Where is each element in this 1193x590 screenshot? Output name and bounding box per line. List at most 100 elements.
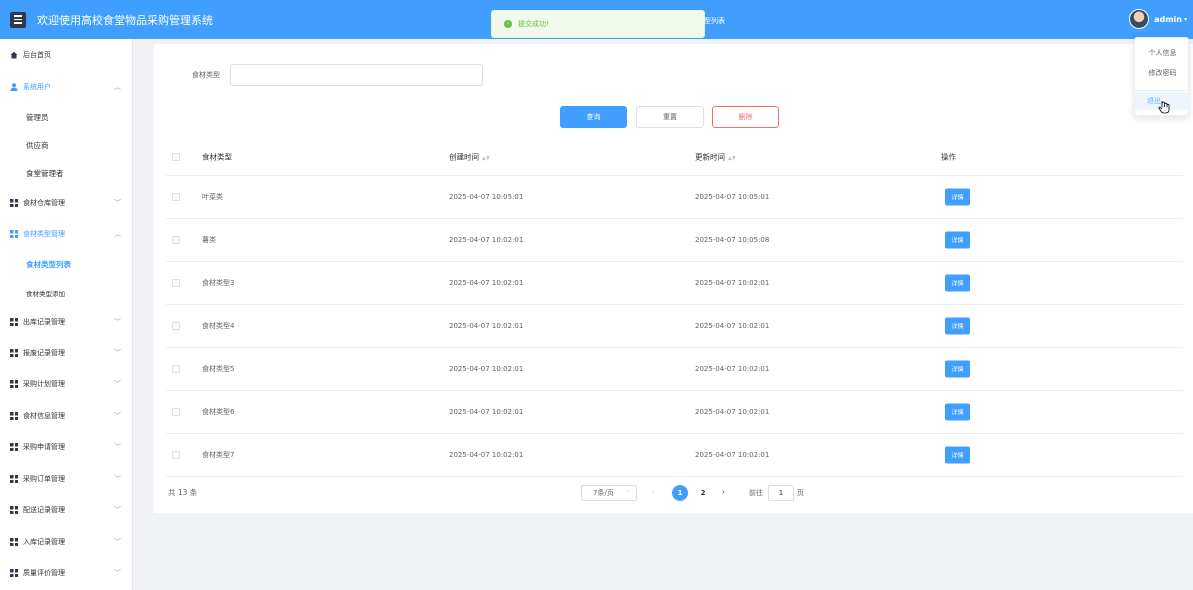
goto-page-input[interactable]: 1 <box>768 485 794 501</box>
menu-item-profile[interactable]: 个人信息 <box>1135 44 1190 62</box>
sort-icon[interactable]: ▲▼ <box>482 156 490 162</box>
grid-icon <box>10 230 18 238</box>
sidebar-item-label: 采购订单管理 <box>23 475 65 483</box>
sidebar-subitem-supplier[interactable]: 供应商 <box>0 135 132 155</box>
detail-button[interactable]: 详情 <box>945 403 970 421</box>
cell-updated: 2025-04-07 10:05:08 <box>695 236 770 244</box>
hand-cursor-icon <box>1158 101 1170 114</box>
type-search-input[interactable] <box>230 64 483 86</box>
app-title: 欢迎使用高校食堂物品采购管理系统 <box>37 13 213 27</box>
sidebar-item-inbound[interactable]: 入库记录管理 ﹀ <box>0 532 132 552</box>
cell-created: 2025-04-07 10:05:01 <box>449 193 524 201</box>
page-number-1[interactable]: 1 <box>672 485 688 501</box>
reset-button[interactable]: 重置 <box>636 106 704 128</box>
chevron-up-icon: ︿ <box>114 230 121 238</box>
sidebar-item-label: 配送记录管理 <box>23 506 65 514</box>
cell-created: 2025-04-07 10:02:01 <box>449 236 524 244</box>
cell-updated: 2025-04-07 10:02:01 <box>695 451 770 459</box>
chevron-down-icon: ﹀ <box>114 380 121 388</box>
page-number-2[interactable]: 2 <box>695 485 711 501</box>
hamburger-menu-button[interactable] <box>10 11 26 28</box>
row-checkbox[interactable] <box>172 408 180 416</box>
table-row: 食材类型7 2025-04-07 10:02:01 2025-04-07 10:… <box>166 434 1183 477</box>
row-checkbox[interactable] <box>172 236 180 244</box>
row-checkbox[interactable] <box>172 279 180 287</box>
cell-created: 2025-04-07 10:02:01 <box>449 408 524 416</box>
sidebar: 后台首页 系统用户 ︿ 管理员 供应商 食堂管理者 食材仓库管理 ﹀ 食材类型管… <box>0 39 133 590</box>
sidebar-item-label: 出库记录管理 <box>23 318 65 326</box>
prev-page-button[interactable]: ‹ <box>652 488 655 496</box>
sidebar-item-quality[interactable]: 质量评价管理 ﹀ <box>0 563 132 583</box>
chevron-down-icon: ▾ <box>1183 15 1187 23</box>
select-all-checkbox[interactable] <box>172 153 180 161</box>
chevron-down-icon: ﹀ <box>114 443 121 451</box>
sidebar-item-ingredient-info[interactable]: 食材信息管理 ﹀ <box>0 406 132 426</box>
sidebar-item-outbound[interactable]: 出库记录管理 ﹀ <box>0 312 132 332</box>
grid-icon <box>10 380 18 388</box>
grid-icon <box>10 506 18 514</box>
cell-updated: 2025-04-07 10:02:01 <box>695 322 770 330</box>
cell-created: 2025-04-07 10:02:01 <box>449 279 524 287</box>
toast-message: 提交成功! <box>518 20 549 28</box>
sidebar-subitem-admin[interactable]: 管理员 <box>0 107 132 127</box>
sidebar-item-system-users[interactable]: 系统用户 ︿ <box>0 77 132 97</box>
table-row: 食材类型3 2025-04-07 10:02:01 2025-04-07 10:… <box>166 262 1183 305</box>
sidebar-item-delivery[interactable]: 配送记录管理 ﹀ <box>0 500 132 520</box>
cell-updated: 2025-04-07 10:02:01 <box>695 279 770 287</box>
detail-button[interactable]: 详情 <box>945 188 970 206</box>
user-menu-trigger[interactable]: admin ▾ <box>1129 9 1187 29</box>
grid-icon <box>10 569 18 577</box>
row-checkbox[interactable] <box>172 365 180 373</box>
column-header-updated[interactable]: 更新时间 ▲▼ <box>695 152 736 163</box>
chevron-down-icon: ﹀ <box>114 506 121 514</box>
table-row: 薯类 2025-04-07 10:02:01 2025-04-07 10:05:… <box>166 219 1183 262</box>
delete-button[interactable]: 删除 <box>712 106 779 128</box>
page-size-value: 7条/页 <box>593 489 614 497</box>
menu-item-change-password[interactable]: 修改密码 <box>1135 64 1190 82</box>
sidebar-item-purchase-plan[interactable]: 采购计划管理 ﹀ <box>0 374 132 394</box>
sidebar-item-label: 报废记录管理 <box>23 349 65 357</box>
page-size-select[interactable]: 7条/页 ﹀ <box>581 485 637 501</box>
sidebar-item-scrap[interactable]: 报废记录管理 ﹀ <box>0 343 132 363</box>
chevron-down-icon: ﹀ <box>114 569 121 577</box>
success-toast: ✓ 提交成功! <box>491 10 705 38</box>
chevron-down-icon: ﹀ <box>114 538 121 546</box>
grid-icon <box>10 412 18 420</box>
sidebar-item-purchase-order[interactable]: 采购订单管理 ﹀ <box>0 469 132 489</box>
cell-type: 食材类型4 <box>202 322 235 330</box>
avatar[interactable] <box>1129 9 1150 29</box>
detail-button[interactable]: 详情 <box>945 360 970 378</box>
chevron-down-icon: ﹀ <box>114 199 121 207</box>
column-label: 更新时间 <box>695 152 725 162</box>
table-row: 食材类型5 2025-04-07 10:02:01 2025-04-07 10:… <box>166 348 1183 391</box>
column-header-created[interactable]: 创建时间 ▲▼ <box>449 152 490 163</box>
detail-button[interactable]: 详情 <box>945 231 970 249</box>
cell-type: 食材类型7 <box>202 451 235 459</box>
sidebar-subitem-type-list[interactable]: 食材类型列表 <box>0 254 132 274</box>
row-checkbox[interactable] <box>172 193 180 201</box>
cell-updated: 2025-04-07 10:05:01 <box>695 193 770 201</box>
chevron-down-icon: ﹀ <box>114 412 121 420</box>
next-page-button[interactable]: › <box>722 488 725 496</box>
sidebar-subitem-canteen-manager[interactable]: 食堂管理者 <box>0 163 132 183</box>
detail-button[interactable]: 详情 <box>945 274 970 292</box>
row-checkbox[interactable] <box>172 451 180 459</box>
chevron-up-icon: ︿ <box>114 83 121 91</box>
user-name[interactable]: admin <box>1154 15 1182 24</box>
home-icon <box>10 51 18 59</box>
cell-updated: 2025-04-07 10:02:01 <box>695 365 770 373</box>
sidebar-item-label: 后台首页 <box>23 51 51 59</box>
sidebar-item-purchase-request[interactable]: 采购申请管理 ﹀ <box>0 437 132 457</box>
cell-type: 叶菜类 <box>202 193 223 201</box>
query-button[interactable]: 查询 <box>560 106 627 128</box>
cell-type: 食材类型6 <box>202 408 235 416</box>
row-checkbox[interactable] <box>172 322 180 330</box>
sidebar-subitem-type-add[interactable]: 食材类型添加 <box>0 283 132 303</box>
sidebar-item-type-management[interactable]: 食材类型管理 ︿ <box>0 224 132 244</box>
sidebar-item-home[interactable]: 后台首页 <box>0 45 132 65</box>
detail-button[interactable]: 详情 <box>945 446 970 464</box>
sidebar-item-warehouse[interactable]: 食材仓库管理 ﹀ <box>0 193 132 213</box>
sort-icon[interactable]: ▲▼ <box>728 156 736 162</box>
detail-button[interactable]: 详情 <box>945 317 970 335</box>
goto-unit: 页 <box>797 489 804 497</box>
